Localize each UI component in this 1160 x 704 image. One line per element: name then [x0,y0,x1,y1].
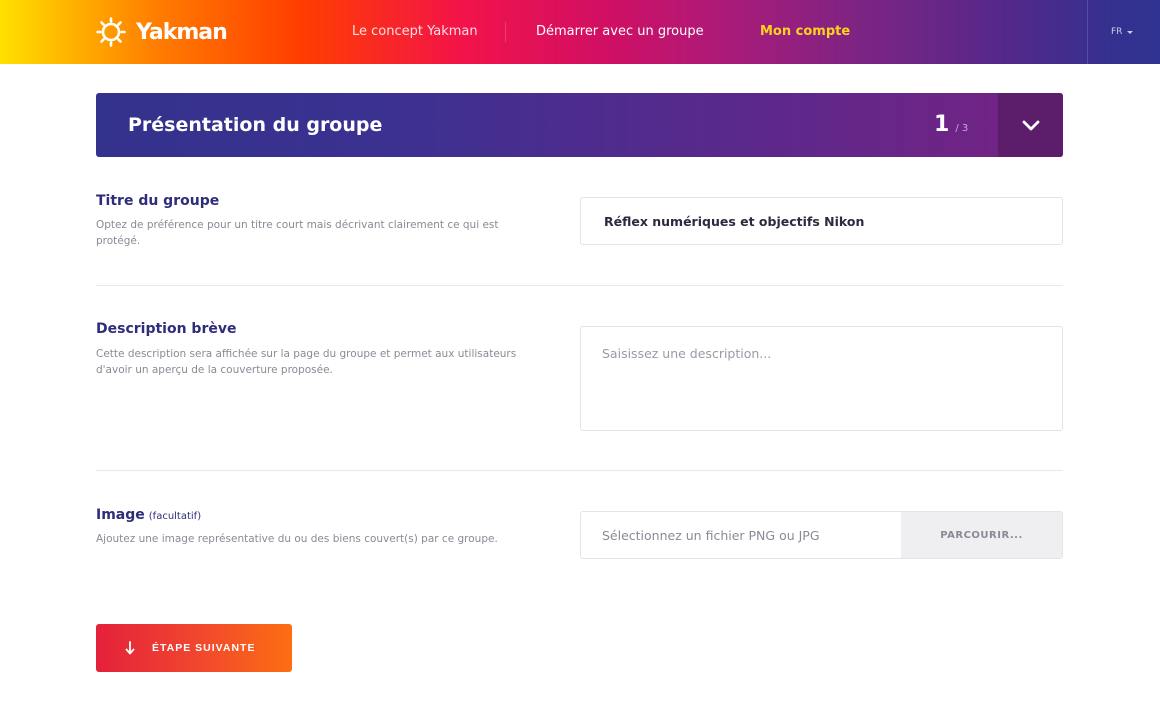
nav-link-my-account[interactable]: Mon compte [760,22,850,42]
step-current: 1 [934,112,950,137]
group-title-input[interactable]: Réflex numériques et objectifs Nikon [580,197,1063,245]
chevron-down-icon [1022,120,1039,130]
nav-divider [505,22,506,42]
image-field-help: Ajoutez une image représentative du ou d… [96,533,498,545]
caret-down-icon [1127,30,1134,34]
description-field-label: Description brève [96,321,237,337]
image-field-optional: (facultatif) [148,511,202,522]
logo[interactable]: Yakman [96,16,228,48]
logo-text: Yakman [136,19,228,45]
nav-link-start-group[interactable]: Démarrer avec un groupe [536,22,704,42]
language-selector[interactable]: FR [1111,25,1134,39]
sun-logo-icon [96,17,126,47]
top-navigation-bar: Yakman Le concept Yakman Démarrer avec u… [0,0,1160,64]
browse-button[interactable]: PARCOURIR... [901,512,1062,558]
arrow-down-icon [125,641,135,655]
image-field-label-text: Image [96,507,145,523]
language-label: FR [1111,27,1123,37]
image-file-input[interactable]: Sélectionnez un fichier PNG ou JPG PARCO… [580,511,1063,559]
title-field-help: Optez de préférence pour un titre court … [96,219,499,247]
step-title: Présentation du groupe [128,114,383,136]
description-textarea[interactable]: Saisissez une description... [580,326,1063,431]
next-step-label: ÉTAPE SUIVANTE [152,642,256,654]
description-field-help: Cette description sera affichée sur la p… [96,348,517,376]
group-title-value: Réflex numériques et objectifs Nikon [604,213,865,229]
step-collapse-toggle[interactable] [998,93,1063,157]
step-total: / 3 [955,123,969,134]
section-divider [96,285,1063,286]
step-banner: Présentation du groupe 1 / 3 [96,93,1063,157]
next-step-button[interactable]: ÉTAPE SUIVANTE [96,624,292,672]
nav-link-concept[interactable]: Le concept Yakman [352,22,478,42]
section-divider [96,470,1063,471]
file-placeholder[interactable]: Sélectionnez un fichier PNG ou JPG [581,512,901,558]
step-counter: 1 / 3 [934,111,968,139]
language-divider [1087,0,1088,64]
description-placeholder: Saisissez une description... [602,346,772,361]
title-field-label: Titre du groupe [96,193,220,209]
image-field-label: Image (facultatif) [96,506,201,526]
